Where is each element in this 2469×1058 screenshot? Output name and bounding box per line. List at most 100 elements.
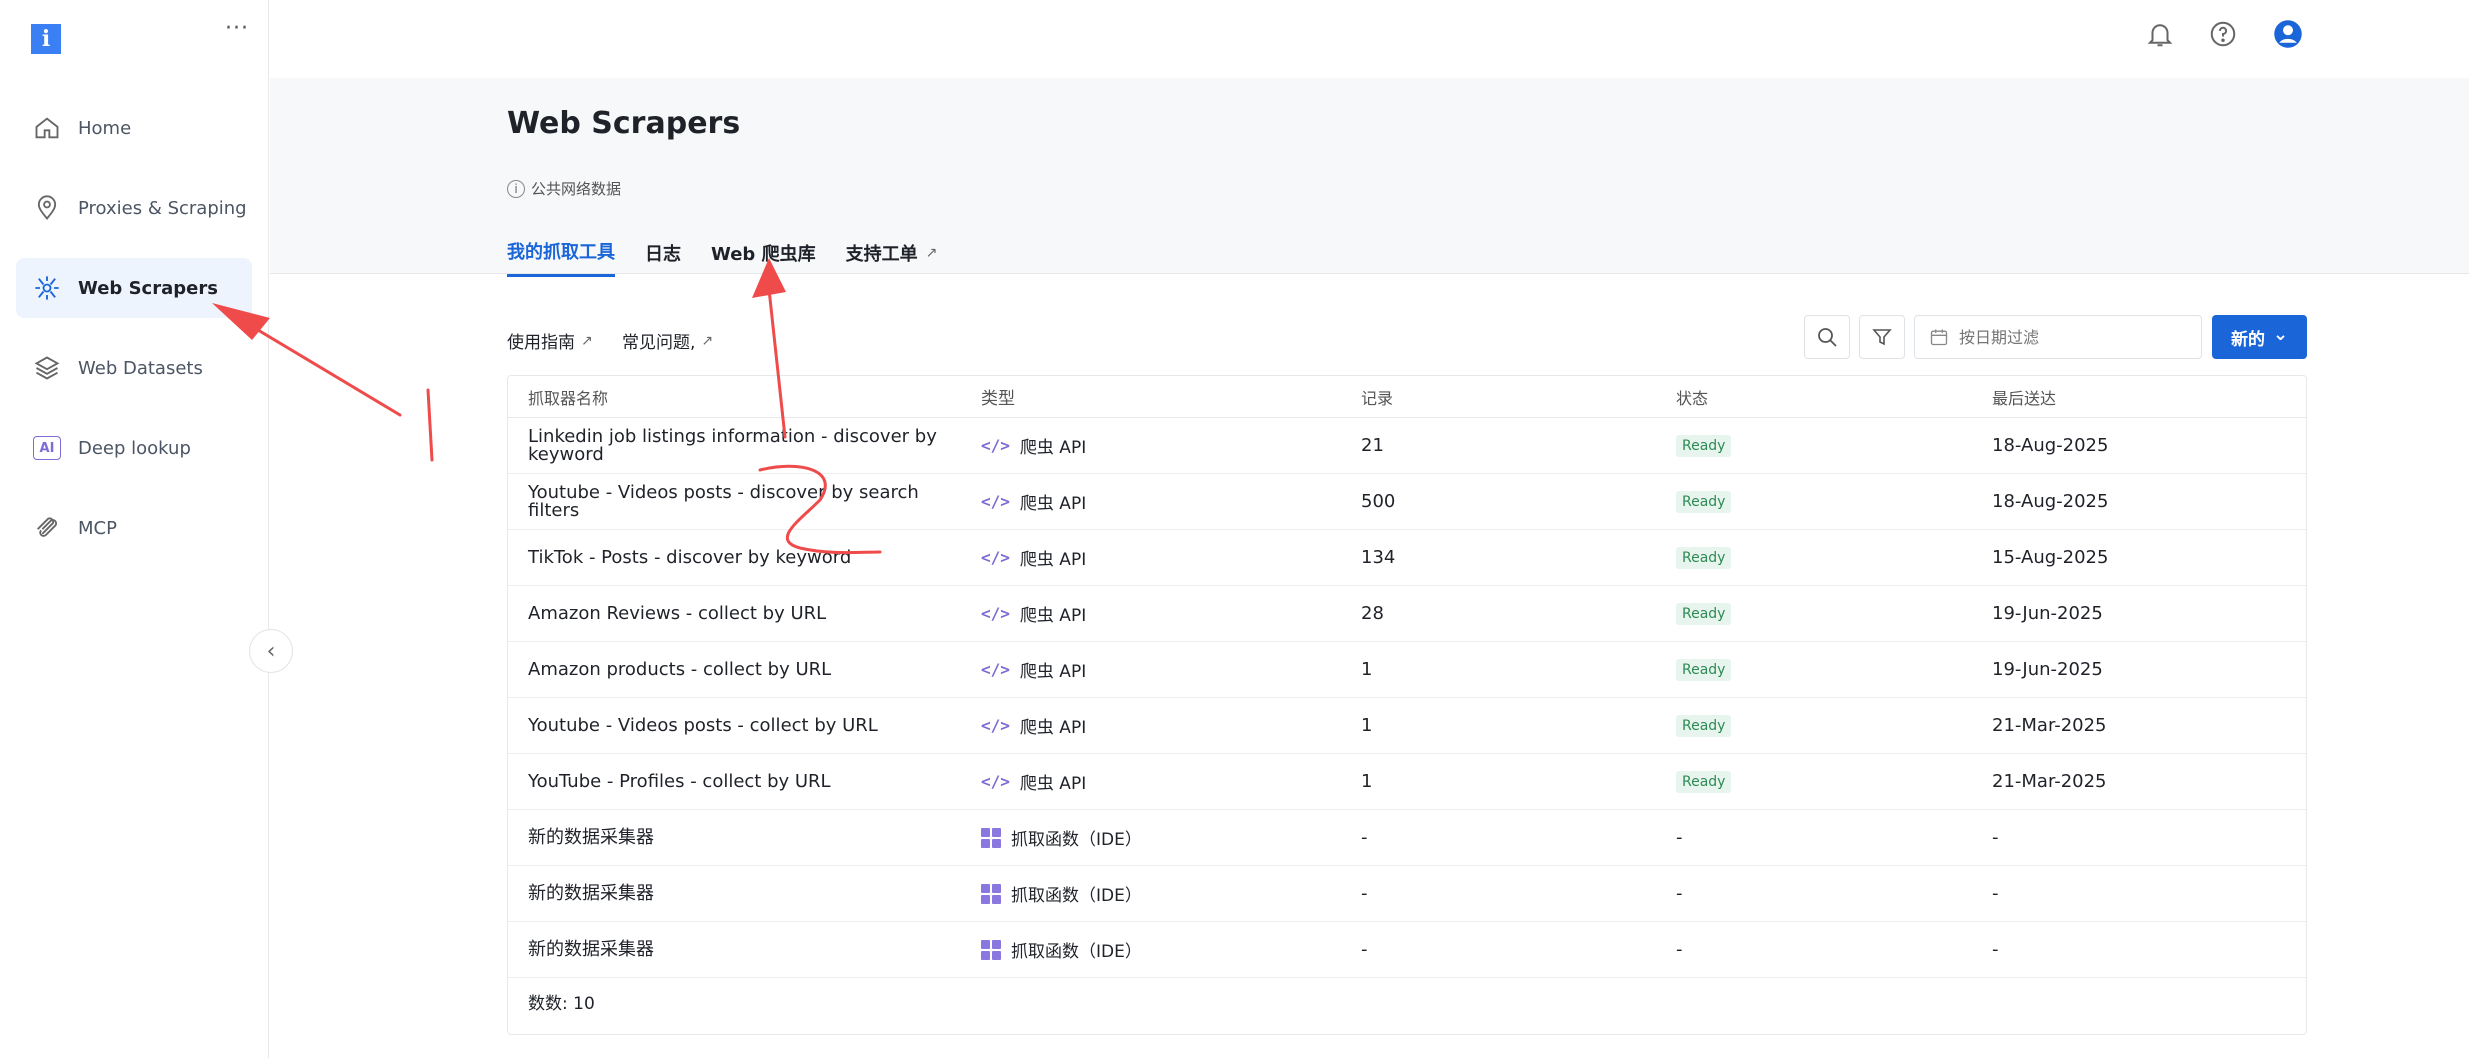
records-count: - — [1361, 883, 1368, 904]
sidebar-item-proxies[interactable]: Proxies & Scraping — [16, 178, 252, 238]
more-options-icon[interactable]: ··· — [225, 16, 249, 41]
page-title: Web Scrapers — [507, 106, 741, 141]
last-delivered: - — [1992, 939, 1999, 960]
date-filter-input[interactable] — [1959, 327, 2179, 347]
status-badge: Ready — [1676, 715, 1732, 737]
grid-apps-icon — [981, 883, 1001, 904]
table-row[interactable]: Amazon Reviews - collect by URL </> 爬虫 API… — [508, 586, 2306, 642]
status-cell: Ready — [1676, 714, 1992, 737]
scrapers-table: 抓取器名称 类型 记录 状态 最后送达 Linkedin job listing… — [507, 375, 2307, 1035]
external-link-icon: ↗ — [925, 244, 938, 261]
scraper-name[interactable]: 新的数据采集器 — [508, 828, 981, 847]
table-row[interactable]: 新的数据采集器 抓取函数（IDE） - - - — [508, 866, 2306, 922]
sidebar-item-label: MCP — [78, 517, 117, 539]
scraper-name[interactable]: 新的数据采集器 — [508, 884, 981, 903]
status-badge: Ready — [1676, 771, 1732, 793]
search-button[interactable] — [1804, 315, 1850, 359]
last-delivered: - — [1992, 827, 1999, 848]
faq-link[interactable]: 常见问题, ↗ — [622, 328, 714, 354]
last-delivered: 19-Jun-2025 — [1992, 659, 2103, 680]
status-text: - — [1676, 939, 1683, 960]
sidebar-item-label: Home — [78, 117, 132, 139]
scraper-name[interactable]: Amazon products - collect by URL — [508, 660, 981, 679]
table-row[interactable]: Linkedin job listings information - disc… — [508, 418, 2306, 474]
last-delivered: - — [1992, 883, 1999, 904]
tab-logs[interactable]: 日志 — [645, 238, 681, 277]
guide-link[interactable]: 使用指南 ↗ — [507, 328, 593, 354]
records-count: 1 — [1361, 659, 1373, 680]
column-header-status[interactable]: 状态 — [1676, 385, 1992, 409]
scraper-name[interactable]: Youtube - Videos posts - collect by URL — [508, 716, 981, 735]
tab-scraper-library[interactable]: Web 爬虫库 — [711, 238, 816, 277]
brand-logo[interactable]: i — [31, 24, 61, 54]
status-cell: Ready — [1676, 658, 1992, 681]
code-icon: </> — [981, 436, 1010, 455]
code-icon: </> — [981, 548, 1010, 567]
scraper-name[interactable]: Amazon Reviews - collect by URL — [508, 604, 981, 623]
external-link-icon: ↗ — [701, 332, 714, 349]
sidebar-item-web-datasets[interactable]: Web Datasets — [16, 338, 252, 398]
last-delivered: 21-Mar-2025 — [1992, 715, 2107, 736]
sidebar-item-deep-lookup[interactable]: AI Deep lookup — [16, 418, 252, 478]
last-delivered: 15-Aug-2025 — [1992, 547, 2109, 568]
info-text: 公共网络数据 — [531, 180, 622, 198]
scraper-name[interactable]: TikTok - Posts - discover by keyword — [508, 548, 981, 567]
column-header-records[interactable]: 记录 — [1361, 385, 1676, 409]
scraper-name[interactable]: Youtube - Videos posts - discover by sea… — [508, 483, 981, 520]
last-delivered: 21-Mar-2025 — [1992, 771, 2107, 792]
date-filter[interactable] — [1914, 315, 2202, 359]
search-icon — [1818, 328, 1837, 347]
table-row[interactable]: Amazon products - collect by URL </> 爬虫 AP… — [508, 642, 2306, 698]
last-delivered: 19-Jun-2025 — [1992, 603, 2103, 624]
sidebar-item-label: Proxies & Scraping — [78, 197, 247, 219]
scraper-type: 抓取函数（IDE） — [981, 825, 1361, 850]
status-badge: Ready — [1676, 435, 1732, 457]
scraper-name[interactable]: Linkedin job listings information - disc… — [508, 427, 981, 464]
info-line: i 公共网络数据 — [507, 178, 621, 199]
tab-support-tickets[interactable]: 支持工单 ↗ — [846, 238, 938, 277]
filter-icon — [1872, 329, 1892, 346]
annotation-mark — [426, 388, 434, 462]
column-header-last-delivered[interactable]: 最后送达 — [1992, 385, 2306, 409]
scraper-name[interactable]: 新的数据采集器 — [508, 940, 981, 959]
code-icon: </> — [981, 660, 1010, 679]
sidebar-item-mcp[interactable]: MCP — [16, 498, 252, 558]
scraper-spider-icon — [32, 273, 62, 303]
status-cell: Ready — [1676, 602, 1992, 625]
help-icon[interactable] — [2207, 18, 2239, 50]
new-button[interactable]: 新的 ⌄ — [2212, 315, 2307, 359]
table-row[interactable]: Youtube - Videos posts - discover by sea… — [508, 474, 2306, 530]
table-row[interactable]: Youtube - Videos posts - collect by URL <… — [508, 698, 2306, 754]
sidebar-item-home[interactable]: Home — [16, 98, 252, 158]
sidebar-item-label: Web Scrapers — [78, 277, 218, 299]
mcp-icon — [32, 513, 62, 543]
calendar-icon — [1930, 329, 1948, 346]
scraper-type: </> 爬虫 API — [981, 772, 1087, 794]
table-row[interactable]: YouTube - Profiles - collect by URL </> 爬虫… — [508, 754, 2306, 810]
table-row[interactable]: 新的数据采集器 抓取函数（IDE） - - - — [508, 810, 2306, 866]
scraper-name[interactable]: YouTube - Profiles - collect by URL — [508, 772, 981, 791]
scraper-type: </> 爬虫 API — [981, 436, 1087, 458]
sidebar-item-web-scrapers[interactable]: Web Scrapers — [16, 258, 252, 318]
status-cell: - — [1676, 827, 1992, 848]
column-header-type[interactable]: 类型 — [981, 384, 1361, 409]
grid-apps-icon — [981, 939, 1001, 960]
bell-icon[interactable] — [2144, 18, 2176, 50]
table-row[interactable]: 新的数据采集器 抓取函数（IDE） - - - — [508, 922, 2306, 978]
collapse-sidebar-button[interactable]: ‹ — [249, 629, 293, 673]
external-link-icon: ↗ — [581, 332, 593, 349]
scraper-type: 抓取函数（IDE） — [981, 881, 1361, 906]
status-text: - — [1676, 827, 1683, 848]
user-avatar-icon[interactable] — [2272, 18, 2304, 50]
table-row[interactable]: TikTok - Posts - discover by keyword </> 爬… — [508, 530, 2306, 586]
scraper-type: </> 爬虫 API — [981, 604, 1087, 626]
filter-button[interactable] — [1859, 315, 1905, 359]
scraper-type: </> 爬虫 API — [981, 660, 1087, 682]
status-cell: - — [1676, 939, 1992, 960]
code-icon: </> — [981, 716, 1010, 735]
tab-my-scrapers[interactable]: 我的抓取工具 — [507, 238, 615, 277]
records-count: 500 — [1361, 491, 1396, 512]
chevron-down-icon: ⌄ — [2272, 323, 2289, 345]
column-header-name[interactable]: 抓取器名称 — [508, 385, 981, 409]
code-icon: </> — [981, 604, 1010, 623]
